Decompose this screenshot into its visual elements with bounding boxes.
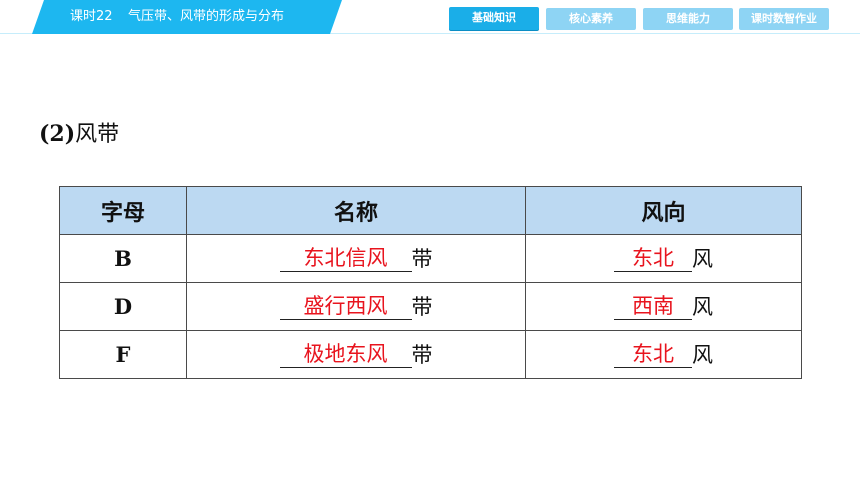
column-header-letter: 字母 [59,186,187,235]
section-number: (2) [39,121,76,147]
lesson-number: 课时22 [70,9,113,24]
name-suffix: 带 [411,343,433,367]
wind-belt-table: 字母 名称 风向 B 东北信风带 东北风 D 盛行西风带 西南风 F 极地东风 … [59,186,802,379]
nav-tab-thinking-ability[interactable]: 思维能力 [643,8,733,30]
answer-blank-direction: 东北 [614,245,692,272]
cell-direction: 东北风 [525,234,802,283]
table-header-row: 字母 名称 风向 [59,186,802,235]
table-row: F 极地东风带 东北风 [59,330,802,379]
column-header-direction: 风向 [525,186,802,235]
cell-letter: F [59,330,187,379]
table-row: D 盛行西风带 西南风 [59,282,802,331]
cell-name: 东北信风带 [186,234,526,283]
cell-direction: 东北风 [525,330,802,379]
nav-tab-core-literacy[interactable]: 核心素养 [546,8,636,30]
section-heading: (2)风带 [39,116,119,148]
lesson-title-tab: 课时22 气压带、风带的形成与分布 [32,0,342,34]
top-bar: 课时22 气压带、风带的形成与分布 基础知识 核心素养 思维能力 课时数智作业 [0,0,860,34]
header-divider [0,33,860,34]
section-title: 风带 [75,122,120,147]
cell-letter: B [59,234,187,283]
cell-name: 极地东风带 [186,330,526,379]
answer-blank-direction: 东北 [614,341,692,368]
answer-blank-name: 东北信风 [279,245,412,272]
direction-suffix: 风 [692,247,713,271]
answer-blank-name: 盛行西风 [279,293,412,320]
nav-tab-basic-knowledge[interactable]: 基础知识 [449,7,539,30]
name-suffix: 带 [411,295,433,319]
cell-direction: 西南风 [525,282,802,331]
answer-blank-direction: 西南 [614,293,692,320]
lesson-title: 气压带、风带的形成与分布 [128,9,285,24]
cell-letter: D [59,282,187,331]
answer-blank-name: 极地东风 [279,341,412,368]
direction-suffix: 风 [692,343,713,367]
direction-suffix: 风 [692,295,713,319]
name-suffix: 带 [411,247,433,271]
cell-name: 盛行西风带 [186,282,526,331]
column-header-name: 名称 [186,186,526,235]
nav-tab-homework[interactable]: 课时数智作业 [739,8,829,30]
table-row: B 东北信风带 东北风 [59,234,802,283]
